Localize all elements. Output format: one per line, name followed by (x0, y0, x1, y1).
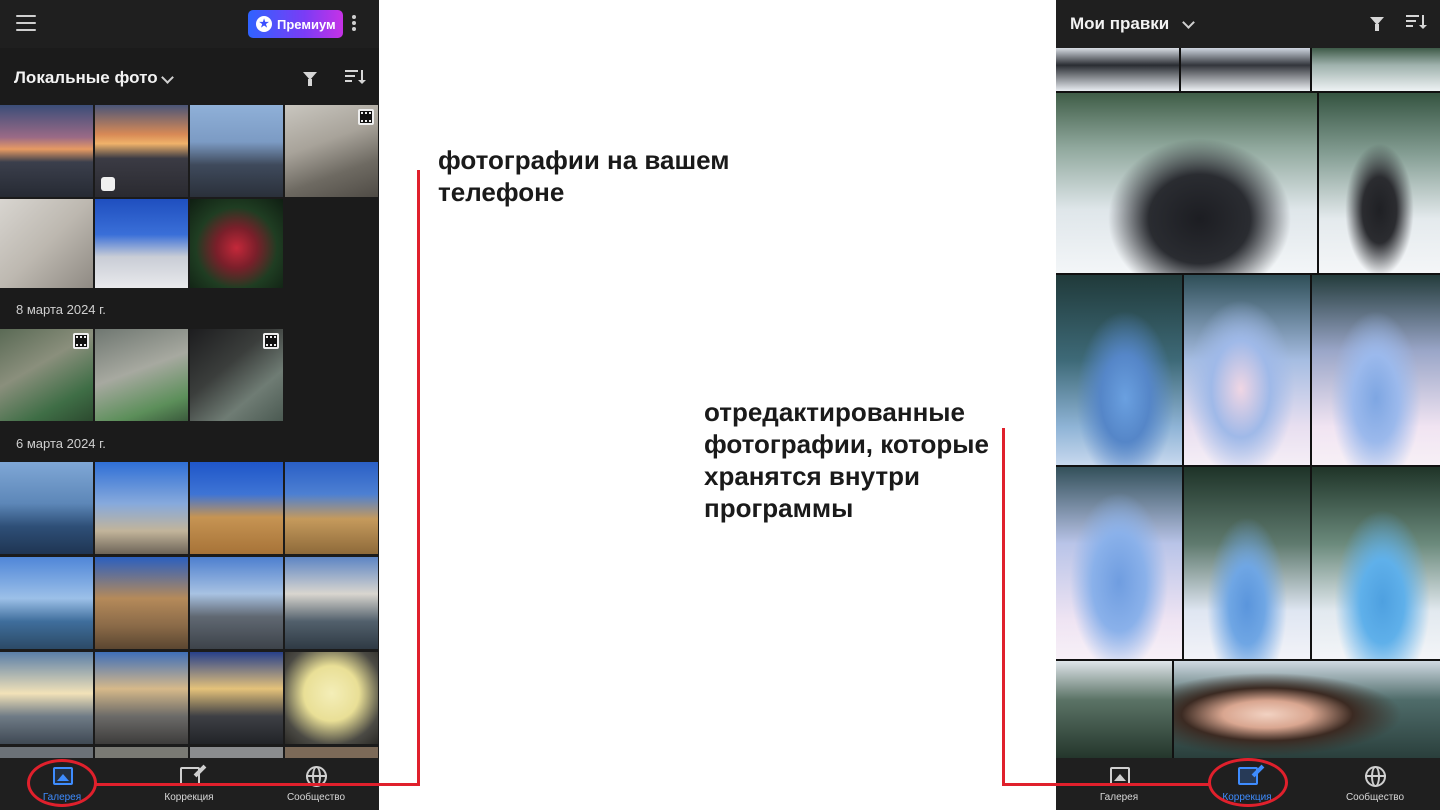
edited-photo-thumbnail[interactable] (1056, 661, 1172, 758)
photo-thumbnail[interactable] (190, 747, 283, 758)
section-title[interactable]: Локальные фото (14, 68, 158, 88)
photo-thumbnail[interactable] (285, 652, 378, 744)
edited-icon (101, 177, 115, 191)
photo-thumbnail[interactable] (0, 652, 93, 744)
photo-thumbnail[interactable] (0, 199, 93, 288)
premium-button[interactable]: ★ Премиум (248, 10, 343, 38)
photo-thumbnail[interactable] (0, 329, 93, 421)
photo-thumbnail[interactable] (285, 557, 378, 649)
edited-photo-thumbnail[interactable] (1184, 467, 1310, 659)
photo-thumbnail[interactable] (95, 462, 188, 554)
filter-icon[interactable] (303, 72, 317, 86)
globe-icon (1365, 766, 1386, 787)
chevron-down-icon[interactable] (1182, 16, 1195, 29)
edited-photo-thumbnail[interactable] (1056, 467, 1182, 659)
edited-photo-thumbnail[interactable] (1319, 93, 1440, 273)
nav-community-label: Сообщество (1345, 792, 1405, 803)
callout-line-vertical (1002, 428, 1005, 786)
video-icon (263, 333, 279, 349)
photo-thumbnail[interactable] (190, 462, 283, 554)
photo-thumbnail[interactable] (0, 105, 93, 197)
photo-thumbnail[interactable] (95, 329, 188, 421)
edited-photo-thumbnail[interactable] (1184, 275, 1310, 465)
edited-photos-caption: отредактированные фотографии, которые хр… (704, 397, 989, 523)
photo-thumbnail[interactable] (95, 199, 188, 288)
photo-thumbnail[interactable] (0, 557, 93, 649)
photo-thumbnail[interactable] (190, 557, 283, 649)
top-app-bar: ★ Премиум (0, 0, 379, 48)
photo-grid: 8 марта 2024 г. 6 марта 2024 г. (0, 105, 379, 758)
nav-correction-label: Коррекция (164, 792, 214, 803)
edited-photo-thumbnail[interactable] (1174, 661, 1440, 758)
more-icon[interactable] (351, 15, 357, 33)
edited-photo-thumbnail[interactable] (1312, 467, 1440, 659)
date-header: 8 марта 2024 г. (16, 302, 106, 317)
photo-thumbnail[interactable] (190, 199, 283, 288)
photo-thumbnail[interactable] (190, 652, 283, 744)
photo-thumbnail[interactable] (0, 462, 93, 554)
chevron-down-icon[interactable] (161, 71, 174, 84)
section-title[interactable]: Мои правки (1070, 14, 1169, 34)
section-header: Мои правки (1056, 0, 1440, 48)
photo-thumbnail[interactable] (95, 557, 188, 649)
photo-thumbnail[interactable] (95, 105, 188, 197)
screen: ★ Премиум Локальные фото 8 марта 2024 г.… (0, 0, 1440, 810)
photo-thumbnail[interactable] (95, 652, 188, 744)
gallery-highlight-ring (27, 759, 97, 807)
my-edits-screen: Мои правки Галерея Коррекция Сообщество (1056, 0, 1440, 810)
callout-line-horizontal (1002, 783, 1210, 786)
menu-icon[interactable] (16, 15, 36, 31)
sort-icon[interactable] (1406, 15, 1427, 29)
callout-line-vertical (417, 170, 420, 786)
photo-thumbnail[interactable] (0, 747, 93, 758)
local-photos-screen: ★ Премиум Локальные фото 8 марта 2024 г.… (0, 0, 379, 810)
photo-thumbnail[interactable] (190, 105, 283, 197)
date-header: 6 марта 2024 г. (16, 436, 106, 451)
edited-photo-thumbnail[interactable] (1181, 48, 1310, 91)
sort-icon[interactable] (345, 70, 366, 84)
photo-thumbnail[interactable] (285, 462, 378, 554)
edited-photo-thumbnail[interactable] (1056, 93, 1317, 273)
photo-thumbnail[interactable] (190, 329, 283, 421)
edited-photo-thumbnail[interactable] (1312, 275, 1440, 465)
premium-label: Премиум (277, 16, 336, 32)
nav-community-label: Сообщество (286, 792, 346, 803)
video-icon (358, 109, 374, 125)
nav-community[interactable]: Сообщество (1335, 758, 1415, 810)
callout-line-horizontal (96, 783, 420, 786)
star-icon: ★ (256, 16, 272, 32)
correction-highlight-ring (1208, 758, 1288, 807)
filter-icon[interactable] (1370, 17, 1384, 31)
edited-photo-thumbnail[interactable] (1056, 275, 1182, 465)
photo-thumbnail[interactable] (95, 747, 188, 758)
photo-thumbnail[interactable] (285, 105, 378, 197)
section-header: Локальные фото (0, 48, 379, 105)
photo-thumbnail[interactable] (285, 747, 378, 758)
edited-photo-thumbnail[interactable] (1312, 48, 1440, 91)
nav-gallery-label: Галерея (1099, 792, 1139, 803)
edited-photo-thumbnail[interactable] (1056, 48, 1179, 91)
local-photos-caption: фотографии на вашем телефоне (438, 145, 730, 207)
video-icon (73, 333, 89, 349)
